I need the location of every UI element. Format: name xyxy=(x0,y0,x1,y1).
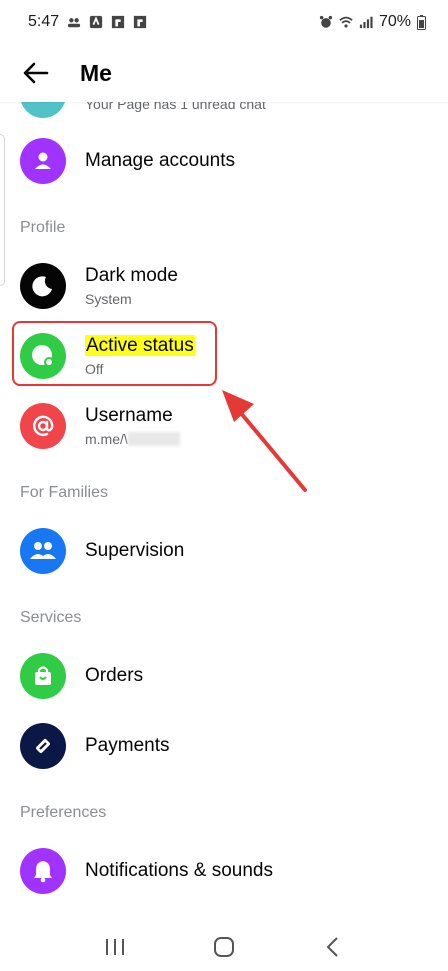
person-icon xyxy=(35,152,51,169)
section-services: Services xyxy=(20,609,82,626)
manage-accounts-row[interactable]: Manage accounts xyxy=(0,138,448,184)
flipboard-icon-2 xyxy=(134,15,147,29)
dark-mode-label: Dark mode xyxy=(85,265,178,286)
top-app-bar: Me xyxy=(0,44,448,102)
back-arrow-icon xyxy=(23,62,49,84)
alarm-icon xyxy=(319,15,333,28)
notifications-label: Notifications & sounds xyxy=(85,860,273,881)
bag-icon xyxy=(35,666,51,685)
orders-label: Orders xyxy=(85,665,144,686)
recent-apps-button[interactable] xyxy=(95,927,135,967)
section-profile: Profile xyxy=(20,219,66,236)
at-icon xyxy=(33,415,54,436)
notifications-avatar xyxy=(20,848,66,894)
supervision-row[interactable]: Supervision xyxy=(0,528,448,574)
annotation-arrow-icon xyxy=(222,390,307,492)
wifi-icon xyxy=(339,16,353,28)
bell-icon xyxy=(34,861,52,883)
manage-accounts-avatar xyxy=(20,138,66,184)
payments-avatar xyxy=(20,723,66,769)
redacted-username xyxy=(127,432,180,446)
home-icon xyxy=(213,936,234,957)
battery-percent: 70% xyxy=(378,13,411,30)
system-nav-bar xyxy=(0,922,448,971)
settings-list[interactable]: Your Page has 1 unread chat Manage accou… xyxy=(0,102,448,922)
orders-row[interactable]: Orders xyxy=(0,653,448,699)
recents-icon xyxy=(105,938,124,955)
tag-icon xyxy=(36,739,50,753)
flipboard-icon xyxy=(112,15,125,29)
battery-icon xyxy=(417,14,426,30)
username-value: m.me/\ xyxy=(85,431,128,447)
group-notification-icon xyxy=(68,18,81,28)
supervision-label: Supervision xyxy=(85,540,185,561)
dark-mode-row[interactable]: Dark mode System xyxy=(0,263,448,309)
status-bar: 5:47 70% xyxy=(0,0,448,44)
orders-avatar xyxy=(20,653,66,699)
username-avatar xyxy=(20,403,66,449)
dark-mode-value: System xyxy=(85,291,132,307)
people-icon xyxy=(30,542,56,559)
system-back-button[interactable] xyxy=(313,927,353,967)
back-button[interactable] xyxy=(16,53,56,93)
supervision-avatar xyxy=(20,528,66,574)
home-button[interactable] xyxy=(204,927,244,967)
payments-label: Payments xyxy=(85,735,170,756)
highlight-callout-box xyxy=(12,321,217,386)
dark-mode-avatar xyxy=(20,263,66,309)
signal-icon xyxy=(359,16,373,29)
username-label: Username xyxy=(85,405,173,426)
notifications-row[interactable]: Notifications & sounds xyxy=(0,848,448,894)
manage-accounts-label: Manage accounts xyxy=(85,150,235,171)
page-avatar xyxy=(20,102,66,118)
chevron-left-icon xyxy=(326,936,339,957)
app-notification-icon xyxy=(90,15,103,29)
moon-icon xyxy=(32,276,52,297)
status-time: 5:47 xyxy=(28,13,60,30)
section-for-families: For Families xyxy=(20,484,109,501)
payments-row[interactable]: Payments xyxy=(0,723,448,769)
page-notice-subtitle: Your Page has 1 unread chat xyxy=(85,102,266,112)
page-title: Me xyxy=(80,59,112,86)
page-notice-row[interactable]: Your Page has 1 unread chat xyxy=(0,102,448,118)
section-preferences: Preferences xyxy=(20,804,107,821)
